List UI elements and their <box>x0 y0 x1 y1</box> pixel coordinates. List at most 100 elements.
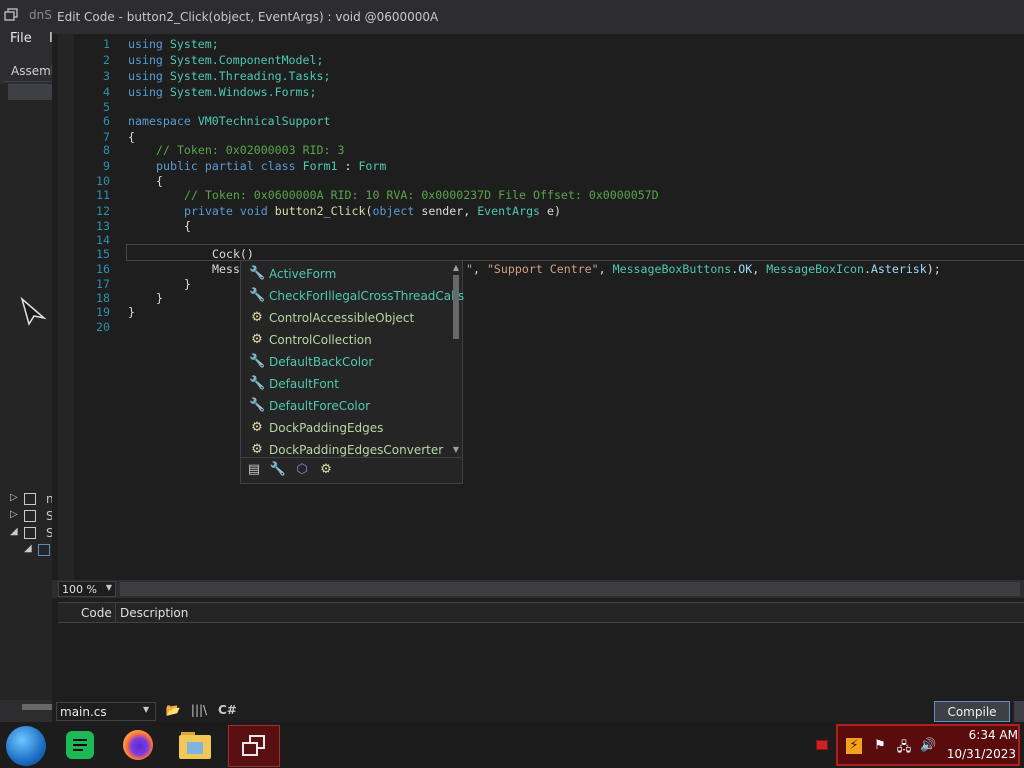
completion-item-label: ControlAccessibleObject <box>269 311 415 325</box>
clock-time[interactable]: 6:34 AM <box>948 728 1018 742</box>
completion-item-label: DefaultForeColor <box>269 399 371 413</box>
wrench-icon: 🔧 <box>249 398 266 413</box>
completion-item[interactable]: 🔧 CheckForIllegalCrossThreadCalls <box>243 285 464 307</box>
expand-arrow-icon[interactable]: ▷ <box>10 509 18 520</box>
class-icon: ⚙ <box>251 420 263 435</box>
firefox-icon[interactable] <box>115 726 159 764</box>
line-number: 11 <box>96 188 110 202</box>
scroll-thumb[interactable] <box>453 275 459 339</box>
class-filter-icon[interactable]: ⚙ <box>317 462 335 480</box>
current-line-highlight <box>126 244 1024 261</box>
column-description[interactable]: Description <box>120 606 188 620</box>
completion-item-label: CheckForIllegalCrossThreadCalls <box>269 289 465 303</box>
open-folder-icon[interactable]: 📂 <box>164 703 182 719</box>
wrench-icon: 🔧 <box>249 354 266 369</box>
dnspy-icon[interactable] <box>228 725 280 767</box>
completion-item[interactable]: 🔧 DefaultFont <box>243 373 449 395</box>
completion-item[interactable]: 🔧 DefaultForeColor <box>243 395 449 417</box>
completion-item[interactable]: ⚙ DockPaddingEdges <box>243 417 449 439</box>
file-select[interactable]: main.cs ▼ <box>56 702 156 721</box>
file-explorer-icon[interactable] <box>173 726 217 764</box>
class-icon: ⚙ <box>251 332 263 347</box>
line-number: 19 <box>96 305 110 319</box>
line-number: 15 <box>96 247 110 261</box>
cancel-button[interactable] <box>1014 701 1024 722</box>
references-icon[interactable]: |||\ <box>190 703 208 719</box>
line-number: 6 <box>103 114 110 128</box>
line-number: 4 <box>103 85 110 99</box>
line-number: 3 <box>103 69 110 83</box>
chevron-down-icon[interactable]: ▼ <box>143 705 153 714</box>
zoom-bar: 100 % ▼ <box>52 580 1024 598</box>
volume-icon[interactable]: 🔊 <box>920 738 936 754</box>
clock-date[interactable]: 10/31/2023 <box>938 747 1016 761</box>
editor-hscrollbar[interactable] <box>120 582 1020 596</box>
class-icon: ⚙ <box>251 310 263 325</box>
tree-row[interactable]: ◢ S <box>10 526 54 542</box>
zoom-value: 100 % <box>62 583 97 596</box>
tray-flag-icon[interactable] <box>816 740 828 750</box>
window-app-icon <box>4 8 18 21</box>
mouse-cursor-icon <box>20 296 47 326</box>
zoom-select[interactable]: 100 % ▼ <box>58 581 116 597</box>
language-label[interactable]: C# <box>218 703 237 719</box>
intellisense-popup[interactable]: 🔧 ActiveForm 🔧 CheckForIllegalCrossThreadCa… <box>240 260 464 484</box>
completion-item-label: ActiveForm <box>269 267 337 281</box>
scroll-thumb[interactable] <box>22 704 52 710</box>
list-filter-icon[interactable]: ▤ <box>245 462 263 480</box>
collapse-arrow-icon[interactable]: ◢ <box>10 526 18 537</box>
dialog-title: Edit Code - button2_Click(object, EventA… <box>52 0 1024 34</box>
module-icon <box>38 544 50 556</box>
completion-item[interactable]: 🔧 DefaultBackColor <box>243 351 449 373</box>
error-list: Code Description <box>58 602 1024 698</box>
line-number: 2 <box>103 53 110 67</box>
completion-scrollbar[interactable]: ▲ ▼ <box>451 263 461 455</box>
dialog-bottom-bar: main.cs ▼ 📂 |||\ C# Compile <box>52 700 1024 722</box>
menu-file[interactable]: File <box>10 31 32 46</box>
system-tray: ⚡ ⚑ 🖧 🔊 6:34 AM 10/31/2023 <box>836 724 1020 766</box>
completion-item[interactable]: 🔧 ActiveForm <box>243 263 449 285</box>
assembly-icon <box>24 527 36 539</box>
completion-filter-bar: ▤ 🔧 ⬡ ⚙ <box>241 457 462 483</box>
tree-row[interactable]: ▷ n <box>10 492 54 508</box>
spotify-icon[interactable] <box>57 726 101 764</box>
completion-item-label: ControlCollection <box>269 333 372 347</box>
scroll-up-icon[interactable]: ▲ <box>451 263 461 273</box>
code-editor[interactable]: 1 2 3 4 5 6 7 8 9 10 11 12 13 14 15 16 17 18 19 20 using Sy… <box>52 34 1024 580</box>
error-list-header: Code Description <box>58 603 1024 623</box>
start-orb-icon[interactable] <box>6 726 46 766</box>
tree-row[interactable]: ▷ S <box>10 509 54 525</box>
action-center-flag-icon[interactable]: ⚑ <box>872 738 888 754</box>
expand-arrow-icon[interactable]: ▷ <box>10 492 18 503</box>
assembly-explorer-tab[interactable]: Assemb <box>4 60 58 82</box>
completion-item-label: DockPaddingEdges <box>269 421 384 435</box>
collapse-arrow-icon[interactable]: ◢ <box>24 543 32 554</box>
completion-item[interactable]: ⚙ ControlAccessibleObject <box>243 307 449 329</box>
cube-filter-icon[interactable]: ⬡ <box>293 462 311 480</box>
compile-button[interactable]: Compile <box>934 701 1010 722</box>
line-number: 12 <box>96 204 110 218</box>
assembly-icon <box>24 510 36 522</box>
file-name: main.cs <box>60 705 107 719</box>
line-number: 8 <box>103 143 110 157</box>
tree-selected-row[interactable] <box>8 84 52 100</box>
editor-glyph-margin <box>58 34 74 580</box>
dnspy-titlebar: dnSp <box>0 0 60 30</box>
line-number: 9 <box>103 159 110 173</box>
scroll-down-icon[interactable]: ▼ <box>451 445 461 455</box>
tray-app-icon[interactable]: ⚡ <box>846 738 862 754</box>
assembly-icon <box>24 493 36 505</box>
edit-code-dialog: Edit Code - button2_Click(object, EventA… <box>52 0 1024 722</box>
network-icon[interactable]: 🖧 <box>896 738 912 755</box>
assembly-hscrollbar[interactable] <box>0 700 52 714</box>
wrench-icon: 🔧 <box>249 266 266 281</box>
chevron-down-icon[interactable]: ▼ <box>104 583 114 595</box>
completion-item-label: DockPaddingEdgesConverter <box>269 443 444 457</box>
assembly-explorer-panel: ▷ n ▷ S ◢ S ◢ <box>0 84 54 714</box>
wrench-filter-icon[interactable]: 🔧 <box>269 462 287 480</box>
column-code[interactable]: Code <box>58 603 116 623</box>
completion-item[interactable]: ⚙ ControlCollection <box>243 329 449 351</box>
completion-item-label: DefaultBackColor <box>269 355 374 369</box>
code-text[interactable]: using System; using System.ComponentMode… <box>128 36 941 319</box>
completion-item-label: DefaultFont <box>269 377 339 391</box>
